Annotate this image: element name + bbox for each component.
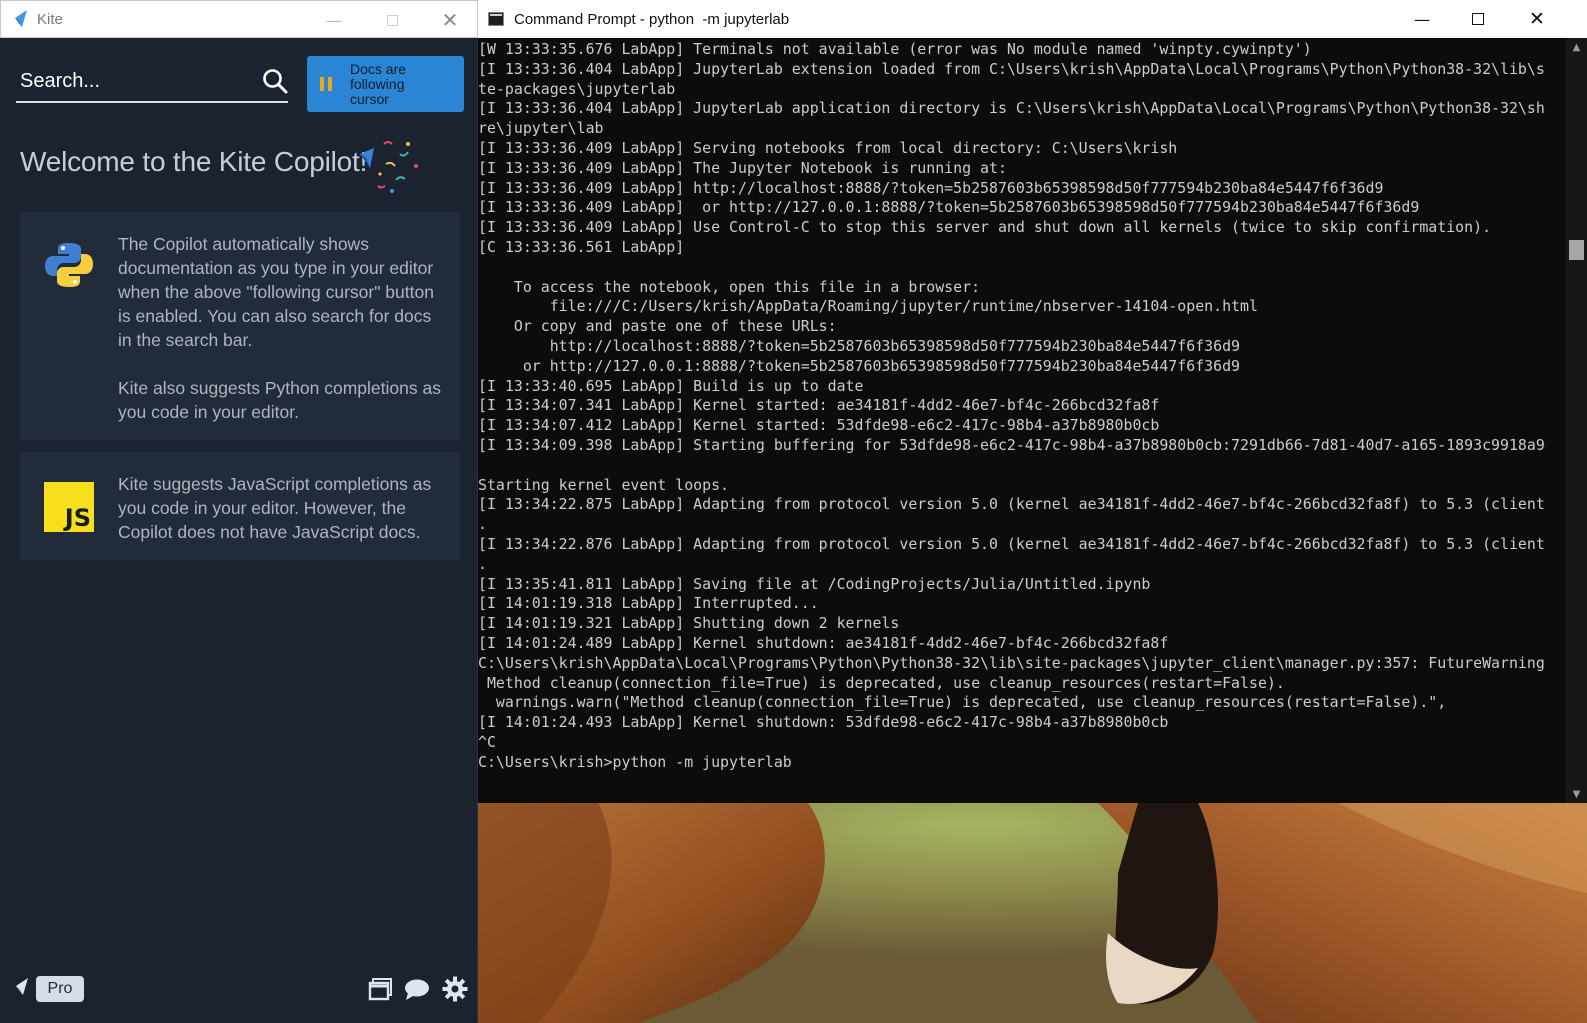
console-line: [I 13:33:36.409 LabApp] http://localhost… bbox=[478, 178, 1384, 197]
desktop-wallpaper bbox=[478, 803, 1587, 1023]
console-line: [I 13:34:09.398 LabApp] Starting bufferi… bbox=[478, 435, 1546, 454]
kite-window-title: Kite bbox=[37, 10, 63, 28]
pro-badge[interactable]: Pro bbox=[36, 976, 84, 1002]
welcome-title: Welcome to the Kite Copilot! bbox=[20, 146, 368, 177]
console-line: [I 13:33:36.409 LabApp] The Jupyter Note… bbox=[478, 158, 1007, 177]
celebration-icon bbox=[360, 141, 418, 193]
console-line: [I 14:01:19.318 LabApp] Interrupted... bbox=[478, 594, 819, 613]
chat-icon[interactable] bbox=[404, 976, 430, 1002]
console-line: file:///C:/Users/krish/AppData/Roaming/j… bbox=[478, 297, 1258, 316]
cmd-titlebar[interactable]: Command Prompt - python -m jupyterlab — … bbox=[478, 0, 1587, 38]
console-scrollbar[interactable]: ▲ ▼ bbox=[1566, 38, 1587, 803]
javascript-logo-icon: JS bbox=[44, 482, 94, 532]
cmd-maximize-button[interactable] bbox=[1449, 0, 1507, 38]
console-line: To access the notebook, open this file i… bbox=[478, 277, 981, 296]
console-line: [C 13:33:36.561 LabApp] bbox=[478, 237, 685, 256]
python-card-text: The Copilot automatically shows document… bbox=[118, 234, 434, 350]
console-line: re\jupyter\lab bbox=[478, 119, 604, 138]
console-line: [I 13:33:36.404 LabApp] JupyterLab appli… bbox=[478, 99, 1546, 118]
docs-following-cursor-button[interactable]: Docs are following cursor bbox=[307, 56, 464, 112]
cmd-minimize-button[interactable]: — bbox=[1393, 0, 1451, 38]
python-logo-icon bbox=[45, 243, 93, 287]
cmd-window-title: Command Prompt - python -m jupyterlab bbox=[514, 10, 790, 28]
console-output[interactable]: [W 13:33:35.676 LabApp] Terminals not av… bbox=[478, 40, 1546, 800]
console-line: Method cleanup(connection_file=True) is … bbox=[478, 673, 1285, 692]
console-line: [I 13:33:36.404 LabApp] JupyterLab exten… bbox=[478, 59, 1546, 78]
close-button[interactable]: ✕ bbox=[427, 1, 473, 39]
javascript-info-card: JS Kite suggests JavaScript completions … bbox=[20, 452, 460, 560]
console-line: [I 13:33:36.409 LabApp] Use Control-C to… bbox=[478, 218, 1492, 237]
console-line: [I 13:34:07.412 LabApp] Kernel started: … bbox=[478, 416, 1160, 435]
scroll-down-icon[interactable]: ▼ bbox=[1566, 785, 1587, 803]
console-line: or http://127.0.0.1:8888/?token=5b258760… bbox=[478, 356, 1241, 375]
antelope-wallpaper-image bbox=[478, 803, 1587, 1023]
console-line: Starting kernel event loops. bbox=[478, 475, 730, 494]
maximize-button[interactable] bbox=[369, 1, 415, 39]
kite-window: Kite — ✕ Docs are following cursor Welco… bbox=[0, 0, 478, 1023]
console-line: te-packages\jupyterlab bbox=[478, 79, 676, 98]
gear-icon[interactable] bbox=[442, 976, 468, 1002]
search-input[interactable] bbox=[20, 66, 250, 96]
javascript-card-text: Kite suggests JavaScript completions as … bbox=[118, 474, 432, 542]
console-line: [I 13:34:22.876 LabApp] Adapting from pr… bbox=[478, 534, 1546, 553]
python-completions-text: Kite also suggests Python completions as… bbox=[118, 378, 441, 422]
console-line: [W 13:33:35.676 LabApp] Terminals not av… bbox=[478, 40, 1312, 58]
kite-titlebar[interactable]: Kite — ✕ bbox=[0, 0, 478, 38]
console-line: C:\Users\krish>python -m jupyterlab bbox=[478, 752, 792, 771]
console-line: Or copy and paste one of these URLs: bbox=[478, 317, 837, 336]
console-line: . bbox=[478, 554, 487, 573]
console-line: [I 13:33:36.409 LabApp] or http://127.0.… bbox=[478, 198, 1420, 217]
maximize-icon bbox=[386, 14, 398, 26]
kite-logo-icon bbox=[15, 10, 27, 27]
scroll-up-icon[interactable]: ▲ bbox=[1566, 38, 1587, 56]
minimize-button[interactable]: — bbox=[311, 1, 357, 39]
console-line: . bbox=[478, 515, 487, 534]
console-line: [I 14:01:24.489 LabApp] Kernel shutdown:… bbox=[478, 633, 1169, 652]
console-line: [I 13:34:07.341 LabApp] Kernel started: … bbox=[478, 396, 1160, 415]
console-line: [I 13:33:40.695 LabApp] Build is up to d… bbox=[478, 376, 864, 395]
python-info-card: The Copilot automatically shows document… bbox=[20, 212, 460, 440]
command-prompt-window: Command Prompt - python -m jupyterlab — … bbox=[478, 0, 1587, 803]
console-line: warnings.warn("Method cleanup(connection… bbox=[478, 693, 1447, 712]
kite-logo-icon bbox=[16, 978, 28, 995]
console-line: [I 13:35:41.811 LabApp] Saving file at /… bbox=[478, 574, 1151, 593]
cmd-app-icon bbox=[488, 12, 504, 26]
docs-button-label: Docs are following cursor bbox=[350, 60, 407, 107]
pause-icon bbox=[320, 77, 332, 91]
console-line: [I 13:34:22.875 LabApp] Adapting from pr… bbox=[478, 495, 1546, 514]
console-line: C:\Users\krish\AppData\Local\Programs\Py… bbox=[478, 653, 1546, 672]
scrollbar-thumb[interactable] bbox=[1569, 240, 1584, 260]
console-line: ^C bbox=[478, 732, 496, 751]
search-bar[interactable] bbox=[16, 60, 288, 103]
console-line: http://localhost:8888/?token=5b2587603b6… bbox=[478, 336, 1241, 355]
maximize-icon bbox=[1472, 13, 1484, 25]
search-icon[interactable] bbox=[262, 68, 288, 94]
kite-bottom-bar: Pro bbox=[0, 970, 478, 1010]
console-line: [I 13:33:36.409 LabApp] Serving notebook… bbox=[478, 138, 1178, 157]
console-line: [I 14:01:19.321 LabApp] Shutting down 2 … bbox=[478, 614, 900, 633]
window-icon[interactable] bbox=[368, 976, 394, 1002]
console-line: [I 14:01:24.493 LabApp] Kernel shutdown:… bbox=[478, 713, 1169, 732]
cmd-close-button[interactable]: ✕ bbox=[1508, 0, 1566, 38]
